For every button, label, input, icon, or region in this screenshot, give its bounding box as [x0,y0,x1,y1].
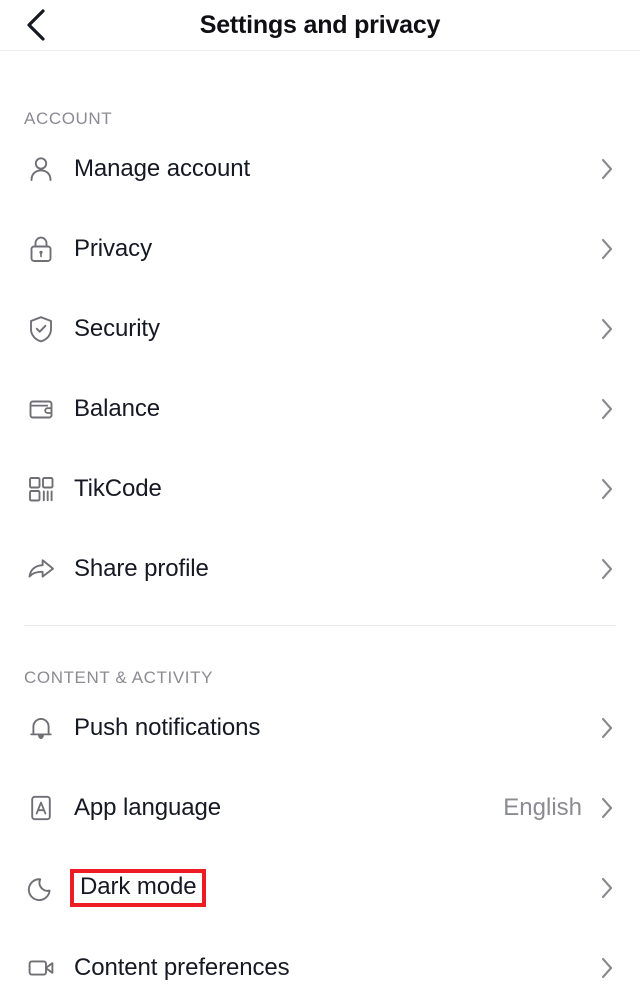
settings-row-share-profile[interactable]: Share profile [0,529,640,609]
settings-row-tikcode[interactable]: TikCode [0,449,640,529]
section-header-content-activity: CONTENT & ACTIVITY [24,668,214,687]
settings-row-dark-mode[interactable]: Dark mode [0,848,640,928]
chevron-right-icon [598,716,616,740]
share-arrow-icon [24,552,58,586]
wallet-icon [24,392,58,426]
back-button[interactable] [18,7,54,43]
chevron-right-icon [598,237,616,261]
chevron-right-icon [598,876,616,900]
settings-row-label: TikCode [74,475,162,502]
person-icon [24,152,58,186]
chevron-right-icon [598,397,616,421]
dark-mode-label-highlight: Dark mode [70,868,207,908]
settings-row-manage-account[interactable]: Manage account [0,129,640,209]
settings-row-push-notifications[interactable]: Push notifications [0,688,640,768]
section-header-account: ACCOUNT [24,109,113,128]
section-account: ACCOUNT Manage account Privacy Security … [0,51,640,609]
chevron-right-icon [598,157,616,181]
chevron-right-icon [598,477,616,501]
shield-check-icon [24,312,58,346]
settings-row-label: Manage account [74,155,251,182]
settings-row-app-language[interactable]: App language English [0,768,640,848]
settings-row-label: Balance [74,395,161,422]
section-content-activity: CONTENT & ACTIVITY Push notifications Ap… [0,626,640,1008]
page-title: Settings and privacy [199,10,441,39]
lock-icon [24,232,58,266]
settings-row-label: Content preferences [74,954,290,981]
settings-row-security[interactable]: Security [0,289,640,369]
settings-row-label: Privacy [74,235,152,262]
settings-row-privacy[interactable]: Privacy [0,209,640,289]
chevron-right-icon [598,557,616,581]
moon-icon [24,871,58,905]
app-header: Settings and privacy [0,0,640,51]
settings-row-balance[interactable]: Balance [0,369,640,449]
qr-code-icon [24,472,58,506]
chevron-right-icon [598,956,616,980]
settings-row-label: App language [74,794,221,821]
app-language-value: English [503,794,582,821]
settings-row-label: Push notifications [74,714,261,741]
settings-row-content-preferences[interactable]: Content preferences [0,928,640,1008]
video-camera-icon [24,951,58,985]
bell-icon [24,711,58,745]
chevron-right-icon [598,317,616,341]
settings-row-label: Security [74,315,160,342]
chevron-right-icon [598,796,616,820]
chevron-left-icon [23,8,49,42]
letter-a-box-icon [24,791,58,825]
settings-row-label: Share profile [74,555,209,582]
